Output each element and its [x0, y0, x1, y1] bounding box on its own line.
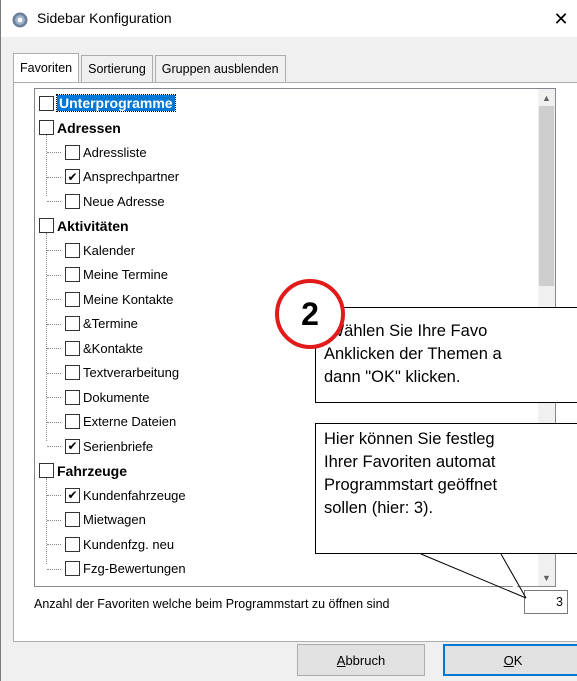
item-checkbox[interactable] — [65, 316, 80, 331]
tree-item-label: &Kontakte — [83, 340, 143, 356]
tree-item-label: Ansprechpartner — [83, 169, 180, 184]
cancel-button[interactable]: Abbruch — [297, 644, 425, 676]
group-checkbox[interactable] — [39, 95, 54, 111]
tree-item[interactable]: ✔ Kundenfahrzeuge — [65, 483, 186, 507]
item-checkbox[interactable] — [65, 365, 80, 380]
tree-connector — [47, 544, 61, 545]
tree-connector — [47, 519, 61, 521]
favorites-count-input[interactable]: 3 — [524, 590, 568, 614]
tree-item-label: Kundenfahrzeuge — [83, 487, 186, 503]
callout-favorites-count: Hier können Sie festleg Ihrer Favoriten … — [315, 423, 577, 554]
tree-group[interactable]: Fahrzeuge — [39, 459, 127, 483]
tree-item[interactable]: Dokumente — [65, 385, 149, 409]
scroll-up-arrow-icon[interactable]: ▲ — [538, 89, 555, 106]
step-number-badge: 2 — [275, 279, 345, 349]
tree-item[interactable]: Mietwagen — [65, 508, 146, 532]
item-checkbox[interactable] — [65, 193, 80, 209]
tree-item-label: &Termine — [83, 316, 138, 331]
tree-connector — [46, 477, 47, 564]
scroll-thumb[interactable] — [539, 106, 554, 286]
item-checkbox[interactable] — [65, 242, 80, 258]
group-checkbox[interactable] — [39, 120, 54, 135]
tree-item-label: Neue Adresse — [83, 193, 165, 209]
tree-connector — [47, 323, 61, 325]
tree-item[interactable]: Meine Termine — [65, 263, 168, 287]
tree-item-label: Adressliste — [83, 144, 147, 160]
tree-item[interactable]: Kundenfzg. neu — [65, 532, 174, 556]
tab-gruppen-ausblenden[interactable]: Gruppen ausblenden — [154, 55, 286, 82]
item-checkbox[interactable] — [65, 389, 80, 405]
dialog-window: Sidebar Konfiguration ✕ Favoriten Sortie… — [0, 0, 577, 681]
gear-icon — [12, 12, 28, 28]
item-checkbox[interactable]: ✔ — [65, 487, 80, 503]
item-checkbox[interactable] — [65, 561, 80, 576]
tab-strip: Favoriten Sortierung Gruppen ausblenden — [13, 53, 288, 82]
tree-connector — [47, 250, 61, 251]
scroll-down-arrow-icon[interactable]: ▼ — [538, 569, 555, 586]
tree-connector — [47, 152, 61, 153]
tree-item[interactable]: Adressliste — [65, 140, 147, 164]
tab-favoriten[interactable]: Favoriten — [13, 53, 80, 82]
tree-group[interactable]: Unterprogramme — [39, 91, 176, 115]
tree-item-label: Meine Termine — [83, 267, 169, 282]
tree-connector — [47, 299, 61, 300]
tree-group-label: Aktivitäten — [57, 217, 129, 234]
tree-connector — [47, 372, 61, 374]
tree-group[interactable]: Aktivitäten — [39, 214, 129, 238]
tree-item-label: Externe Dateien — [83, 414, 177, 429]
ok-button[interactable]: OK — [443, 644, 577, 676]
tree-item[interactable]: Externe Dateien — [65, 410, 176, 434]
tab-sortierung[interactable]: Sortierung — [81, 55, 153, 82]
tree-connector — [47, 421, 61, 423]
tree-connector — [47, 446, 61, 447]
tree-item[interactable]: Fzg-Bewertungen — [65, 557, 186, 581]
tree-item[interactable]: Kalender — [65, 238, 135, 262]
tree-connector — [47, 495, 61, 496]
group-checkbox[interactable] — [39, 218, 54, 233]
item-checkbox[interactable] — [65, 291, 80, 307]
tree-connector — [46, 232, 47, 441]
tree-item[interactable]: ✔ Ansprechpartner — [65, 165, 179, 189]
tree-group-label: Unterprogramme — [56, 94, 176, 112]
item-checkbox[interactable] — [65, 512, 80, 527]
tree-item-label: Mietwagen — [83, 512, 146, 527]
tree-item[interactable]: &Kontakte — [65, 336, 143, 360]
item-checkbox[interactable] — [65, 144, 80, 160]
tree-item-label: Serienbriefe — [83, 438, 154, 454]
title-bar: Sidebar Konfiguration ✕ — [1, 0, 577, 38]
item-checkbox[interactable] — [65, 536, 80, 552]
callout-select-favorites: Wählen Sie Ihre Favo Anklicken der Theme… — [315, 307, 577, 403]
tree-item-label: Kundenfzg. neu — [83, 536, 175, 552]
tree-connector — [46, 134, 47, 196]
tree-group-label: Adressen — [57, 119, 121, 136]
tree-connector — [47, 176, 61, 178]
tree-connector — [47, 568, 61, 570]
tree-connector — [47, 397, 61, 398]
tree-group-label: Fahrzeuge — [57, 462, 128, 479]
tree-connector — [47, 201, 61, 202]
tree-item-label: Textverarbeitung — [83, 365, 180, 380]
tree-item-label: Kalender — [83, 242, 136, 258]
item-checkbox[interactable] — [65, 340, 80, 356]
tree-item-label: Dokumente — [83, 389, 150, 405]
tree-connector — [47, 274, 61, 276]
close-icon: ✕ — [553, 8, 569, 29]
tree-item[interactable]: &Termine — [65, 312, 138, 336]
favorites-count-label: Anzahl der Favoriten welche beim Program… — [34, 597, 390, 611]
tree-item[interactable]: Textverarbeitung — [65, 361, 179, 385]
tree-connector — [47, 348, 61, 349]
tree-item-label: Meine Kontakte — [83, 291, 174, 307]
item-checkbox[interactable]: ✔ — [65, 438, 80, 454]
close-button[interactable]: ✕ — [544, 0, 577, 38]
item-checkbox[interactable] — [65, 267, 80, 282]
item-checkbox[interactable]: ✔ — [65, 169, 80, 184]
group-checkbox[interactable] — [39, 463, 54, 478]
item-checkbox[interactable] — [65, 414, 80, 429]
tree-item-label: Fzg-Bewertungen — [83, 561, 186, 576]
tree-group[interactable]: Adressen — [39, 116, 121, 140]
tree-item[interactable]: ✔ Serienbriefe — [65, 434, 153, 458]
window-title: Sidebar Konfiguration — [37, 10, 172, 26]
tree-item[interactable]: Meine Kontakte — [65, 287, 173, 311]
tree-item[interactable]: Neue Adresse — [65, 189, 165, 213]
